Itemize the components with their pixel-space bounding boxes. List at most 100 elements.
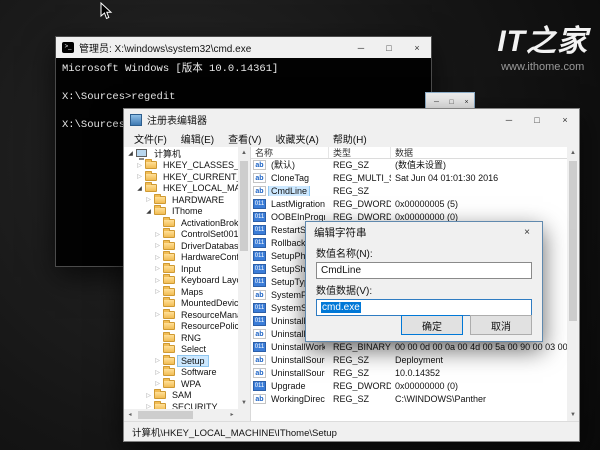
tree-item[interactable]: ActivationBroker: [124, 217, 238, 229]
list-vertical-scrollbar[interactable]: ▲ ▼: [567, 147, 579, 421]
menu-item-4[interactable]: 帮助(H): [326, 131, 374, 146]
expander-icon[interactable]: ▷: [153, 357, 162, 364]
menu-item-2[interactable]: 查看(V): [221, 131, 268, 146]
expander-icon[interactable]: ◢: [144, 208, 153, 215]
tree-item[interactable]: ▷HardwareConfig: [124, 252, 238, 264]
tree-item[interactable]: ▷DriverDatabase: [124, 240, 238, 252]
menu-item-1[interactable]: 编辑(E): [174, 131, 221, 146]
scroll-right-icon[interactable]: ▸: [226, 409, 238, 421]
folder-icon: [163, 230, 175, 238]
tree-item-label: Keyboard Layout: [178, 275, 238, 285]
expander-icon[interactable]: ▷: [153, 311, 162, 318]
expander-icon[interactable]: ▷: [153, 288, 162, 295]
scrollbar-thumb[interactable]: [569, 161, 577, 321]
registry-value-row[interactable]: abUninstallSourc...REG_SZ10.0.14352: [251, 366, 567, 379]
registry-value-row[interactable]: abUninstallSourc...REG_SZDeployment: [251, 353, 567, 366]
registry-value-row[interactable]: abWorkingDirect...REG_SZC:\WINDOWS\Panth…: [251, 392, 567, 405]
regedit-titlebar[interactable]: 注册表编辑器 ─ □ ×: [124, 109, 579, 130]
tree-item[interactable]: ◢IThome: [124, 206, 238, 218]
dialog-titlebar[interactable]: 编辑字符串 ×: [306, 222, 542, 242]
minimize-button[interactable]: ─: [347, 37, 375, 58]
tree-item[interactable]: ▷HARDWARE: [124, 194, 238, 206]
expander-icon[interactable]: ▷: [153, 265, 162, 272]
close-icon[interactable]: ×: [512, 222, 542, 242]
scroll-left-icon[interactable]: ◂: [124, 409, 136, 421]
tree-item[interactable]: ▷SAM: [124, 390, 238, 402]
tree-item[interactable]: MountedDevices: [124, 298, 238, 310]
expander-icon[interactable]: ◢: [126, 150, 135, 157]
tree-item[interactable]: ▷HKEY_CLASSES_ROOT: [124, 160, 238, 172]
expander-icon[interactable]: ◢: [135, 185, 144, 192]
column-header-2[interactable]: 数据: [391, 147, 567, 158]
tree-item[interactable]: ▷ControlSet001: [124, 229, 238, 241]
value-name-field[interactable]: CmdLine: [316, 262, 532, 279]
close-button[interactable]: ×: [403, 37, 431, 58]
folder-icon: [154, 207, 166, 215]
tree-item[interactable]: ◢计算机: [124, 148, 238, 160]
value-name-cell: abWorkingDirect...: [251, 394, 329, 404]
tree-item[interactable]: ▷Maps: [124, 286, 238, 298]
cmd-titlebar[interactable]: 管理员: X:\windows\system32\cmd.exe ─ □ ×: [56, 37, 431, 58]
tree-item[interactable]: ▷ Keyboard Layout: [124, 275, 238, 287]
expander-icon[interactable]: ▷: [153, 242, 162, 249]
expander-icon[interactable]: ▷: [153, 231, 162, 238]
tree-item[interactable]: Select: [124, 344, 238, 356]
edit-string-dialog: 编辑字符串 × 数值名称(N): CmdLine 数值数据(V): cmd.ex…: [305, 221, 543, 342]
tree-item[interactable]: ◢HKEY_LOCAL_MACHINE: [124, 183, 238, 195]
maximize-button[interactable]: □: [444, 99, 459, 106]
scroll-down-icon[interactable]: ▼: [238, 397, 250, 409]
registry-value-row[interactable]: abCmdLineREG_SZ: [251, 184, 567, 197]
scroll-down-icon[interactable]: ▼: [567, 409, 579, 421]
tree-item[interactable]: ▷Software: [124, 367, 238, 379]
registry-value-row[interactable]: 011LastMigration...REG_DWORD0x00000005 (…: [251, 197, 567, 210]
close-button[interactable]: ×: [551, 109, 579, 130]
column-header-1[interactable]: 类型: [329, 147, 391, 158]
tree-item-label: WPA: [178, 379, 204, 389]
expander-icon[interactable]: ▷: [135, 162, 144, 169]
tree-item[interactable]: ▷HKEY_CURRENT_USER: [124, 171, 238, 183]
cmd-icon: [62, 42, 74, 53]
ok-button[interactable]: 确定: [401, 315, 463, 335]
cancel-button[interactable]: 取消: [470, 315, 532, 335]
tree-item[interactable]: ▷Setup: [124, 355, 238, 367]
column-header-0[interactable]: 名称: [251, 147, 329, 158]
expander-icon[interactable]: ▷: [144, 196, 153, 203]
tree-item[interactable]: RNG: [124, 332, 238, 344]
value-data: 10.0.14352: [391, 368, 567, 378]
menu-item-3[interactable]: 收藏夹(A): [268, 131, 325, 146]
menu-item-0[interactable]: 文件(F): [127, 131, 174, 146]
value-name: UninstallSourc...: [269, 355, 325, 365]
tree-item[interactable]: ▷ WPA: [124, 378, 238, 390]
tree-vertical-scrollbar[interactable]: ▲ ▼: [238, 147, 250, 409]
scrollbar-thumb[interactable]: [240, 161, 248, 251]
tree-item[interactable]: ▷Input: [124, 263, 238, 275]
tree-item-label: ResourcePolicyStore: [178, 321, 238, 331]
expander-icon[interactable]: ▷: [135, 173, 144, 180]
value-name-cell: abUninstallSourc...: [251, 355, 329, 365]
scroll-up-icon[interactable]: ▲: [238, 147, 250, 159]
scrollbar-thumb[interactable]: [138, 411, 193, 419]
value-data-field[interactable]: cmd.exe: [316, 299, 532, 316]
maximize-button[interactable]: □: [375, 37, 403, 58]
scrollbar-corner: [238, 409, 250, 421]
expander-icon[interactable]: ▷: [153, 369, 162, 376]
expander-icon[interactable]: ▷: [153, 254, 162, 261]
minimize-button[interactable]: ─: [495, 109, 523, 130]
close-button[interactable]: ×: [459, 99, 474, 106]
registry-value-row[interactable]: 011UpgradeREG_DWORD0x00000000 (0): [251, 379, 567, 392]
tree-item[interactable]: ▷SECURITY: [124, 401, 238, 409]
tree-item[interactable]: ▷ResourceManager: [124, 309, 238, 321]
tree-item[interactable]: ResourcePolicyStore: [124, 321, 238, 333]
registry-value-row[interactable]: ab(默认)REG_SZ(数值未设置): [251, 158, 567, 171]
minimize-button[interactable]: ─: [429, 99, 444, 106]
registry-value-row[interactable]: abCloneTagREG_MULTI_SZSat Jun 04 01:01:3…: [251, 171, 567, 184]
reg-sz-icon: ab: [253, 160, 266, 170]
expander-icon[interactable]: ▷: [153, 277, 162, 284]
value-name-cell: ab(默认): [251, 158, 329, 171]
scroll-up-icon[interactable]: ▲: [567, 147, 579, 159]
maximize-button[interactable]: □: [523, 109, 551, 130]
reg-sz-icon: ab: [253, 394, 266, 404]
expander-icon[interactable]: ▷: [144, 392, 153, 399]
expander-icon[interactable]: ▷: [153, 380, 162, 387]
tree-horizontal-scrollbar[interactable]: ◂ ▸: [124, 409, 238, 421]
